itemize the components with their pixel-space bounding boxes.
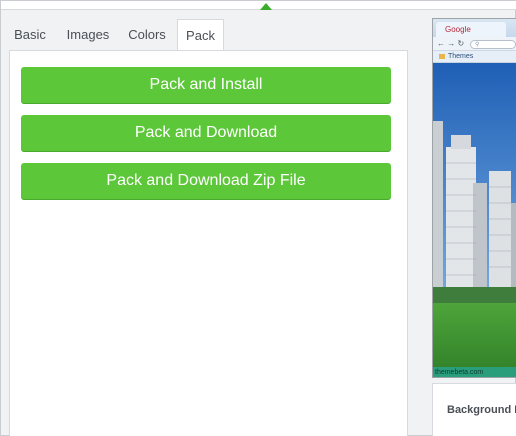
- forward-arrow-icon: →: [447, 39, 456, 48]
- background-image-label: Background I: [447, 404, 516, 416]
- preview-background-image: [433, 63, 516, 377]
- pack-and-install-button[interactable]: Pack and Install: [21, 67, 391, 103]
- preview-omnibox: ⚲: [470, 40, 516, 49]
- pack-and-download-button[interactable]: Pack and Download: [21, 115, 391, 151]
- pack-and-download-zip-button[interactable]: Pack and Download Zip File: [21, 163, 391, 199]
- preview-tab-strip: Google: [433, 19, 516, 37]
- tab-colors[interactable]: Colors: [121, 19, 173, 51]
- folder-icon: [439, 53, 445, 59]
- back-arrow-icon: ←: [437, 39, 445, 48]
- theme-preview: Google ← → ↻ ⚲ Themes themebeta.com: [432, 18, 516, 378]
- preview-bookmarks-bar: Themes: [433, 51, 516, 63]
- search-icon: ⚲: [475, 42, 480, 48]
- pack-panel: Pack and Install Pack and Download Pack …: [9, 50, 408, 436]
- preview-footer: themebeta.com: [433, 367, 516, 377]
- active-indicator-caret-icon: [260, 3, 272, 10]
- tab-images[interactable]: Images: [59, 19, 117, 51]
- tab-pack[interactable]: Pack: [177, 19, 224, 52]
- reload-icon: ↻: [457, 39, 465, 48]
- settings-panel: Background I: [432, 383, 516, 436]
- tab-bar: Basic Images Colors Pack: [1, 19, 408, 52]
- preview-tab: Google: [436, 22, 506, 37]
- tab-basic[interactable]: Basic: [5, 19, 55, 51]
- bookmark-folder-label: Themes: [448, 53, 474, 60]
- top-bar: [1, 1, 516, 10]
